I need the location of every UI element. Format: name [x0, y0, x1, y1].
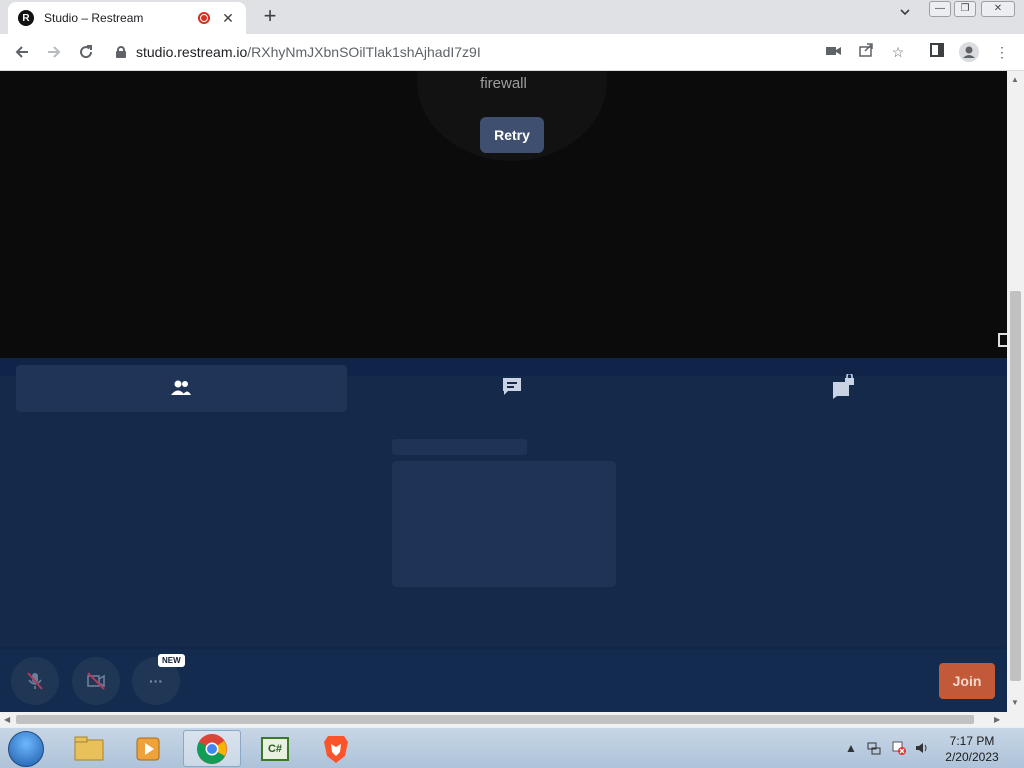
scroll-down-arrow-icon[interactable]: ▼ — [1011, 698, 1019, 707]
forward-arrow-icon[interactable] — [42, 40, 66, 64]
file-explorer-taskbar-icon[interactable] — [60, 730, 118, 767]
scroll-left-arrow-icon[interactable]: ◀ — [4, 715, 10, 724]
restream-favicon-icon: R — [18, 10, 34, 26]
windows-start-button[interactable] — [8, 731, 44, 767]
microphone-off-icon — [27, 672, 43, 690]
side-panel-icon[interactable] — [927, 42, 947, 62]
clock-time: 7:17 PM — [949, 734, 995, 748]
windows-taskbar: C# ▲ 7:17 PM 2/20/2023 — [0, 727, 1024, 768]
scroll-up-arrow-icon[interactable]: ▲ — [1011, 75, 1019, 84]
people-icon[interactable] — [169, 376, 193, 400]
restore-window-button[interactable]: ❐ — [954, 1, 976, 17]
lock-icon[interactable] — [116, 46, 126, 58]
volume-icon[interactable] — [915, 741, 929, 755]
camera-off-icon — [87, 672, 105, 690]
locked-chat-icon[interactable] — [831, 372, 855, 399]
brave-browser-taskbar-icon[interactable] — [307, 730, 365, 767]
network-icon[interactable] — [867, 741, 881, 755]
microphone-muted-button[interactable] — [11, 657, 59, 705]
new-badge: NEW — [158, 654, 185, 667]
taskbar-clock[interactable]: 7:17 PM 2/20/2023 — [940, 733, 1004, 765]
recording-indicator-icon — [198, 12, 210, 24]
vertical-scroll-thumb[interactable] — [1010, 291, 1021, 681]
horizontal-scrollbar[interactable]: ◀ ▶ — [0, 712, 1024, 727]
video-stage: firewall Retry — [0, 71, 1007, 358]
camera-off-button[interactable] — [72, 657, 120, 705]
browser-tab[interactable]: R Studio – Restream ✕ — [8, 2, 246, 34]
csharp-label: C# — [261, 736, 289, 761]
tab-title: Studio – Restream — [44, 11, 144, 25]
fullscreen-icon[interactable] — [998, 333, 1007, 347]
action-center-alert-icon[interactable] — [892, 741, 906, 755]
tab-search-chevron-icon[interactable] — [895, 6, 915, 26]
horizontal-scroll-thumb[interactable] — [16, 715, 974, 724]
url-host: studio.restream.io — [136, 44, 248, 60]
csharp-ide-taskbar-icon[interactable]: C# — [246, 730, 304, 767]
loading-skeleton-line — [392, 439, 527, 455]
scroll-right-arrow-icon[interactable]: ▶ — [994, 715, 1000, 724]
media-player-taskbar-icon[interactable] — [120, 730, 178, 767]
retry-button[interactable]: Retry — [480, 117, 544, 153]
back-arrow-icon[interactable] — [10, 40, 34, 64]
loading-skeleton-card — [392, 461, 616, 587]
chat-icon[interactable] — [500, 375, 524, 399]
close-window-button[interactable]: ✕ — [981, 1, 1015, 17]
url-path: /RXhyNmJXbnSOilTlak1shAjhadI7z9I — [247, 44, 481, 60]
browser-tab-strip: R Studio – Restream ✕ + — ❐ ✕ — [0, 0, 1024, 34]
clock-date: 2/20/2023 — [945, 750, 999, 764]
browser-menu-icon[interactable]: ⋮ — [992, 42, 1012, 62]
bookmark-star-icon[interactable]: ☆ — [888, 42, 908, 62]
side-panel — [0, 358, 1007, 647]
tab-close-icon[interactable]: ✕ — [220, 10, 236, 27]
new-tab-button[interactable]: + — [258, 4, 282, 28]
vertical-scrollbar[interactable]: ▲ ▼ — [1007, 71, 1024, 712]
connection-error-text: firewall — [480, 75, 527, 92]
studio-page: firewall Retry ··· NEW Join — [0, 71, 1007, 712]
studio-control-bar: ··· NEW Join — [0, 647, 1007, 712]
browser-toolbar: studio.restream.io/RXhyNmJXbnSOilTlak1sh… — [0, 34, 1024, 71]
chrome-taskbar-icon[interactable] — [183, 730, 241, 767]
join-button[interactable]: Join — [939, 663, 995, 699]
reload-icon[interactable] — [74, 40, 98, 64]
camera-permission-icon[interactable] — [824, 42, 844, 62]
minimize-window-button[interactable]: — — [929, 1, 951, 17]
share-icon[interactable] — [856, 42, 876, 62]
show-hidden-icons-arrow-icon[interactable]: ▲ — [844, 741, 858, 755]
address-bar[interactable]: studio.restream.io/RXhyNmJXbnSOilTlak1sh… — [110, 38, 810, 66]
profile-avatar-icon[interactable] — [959, 42, 979, 62]
